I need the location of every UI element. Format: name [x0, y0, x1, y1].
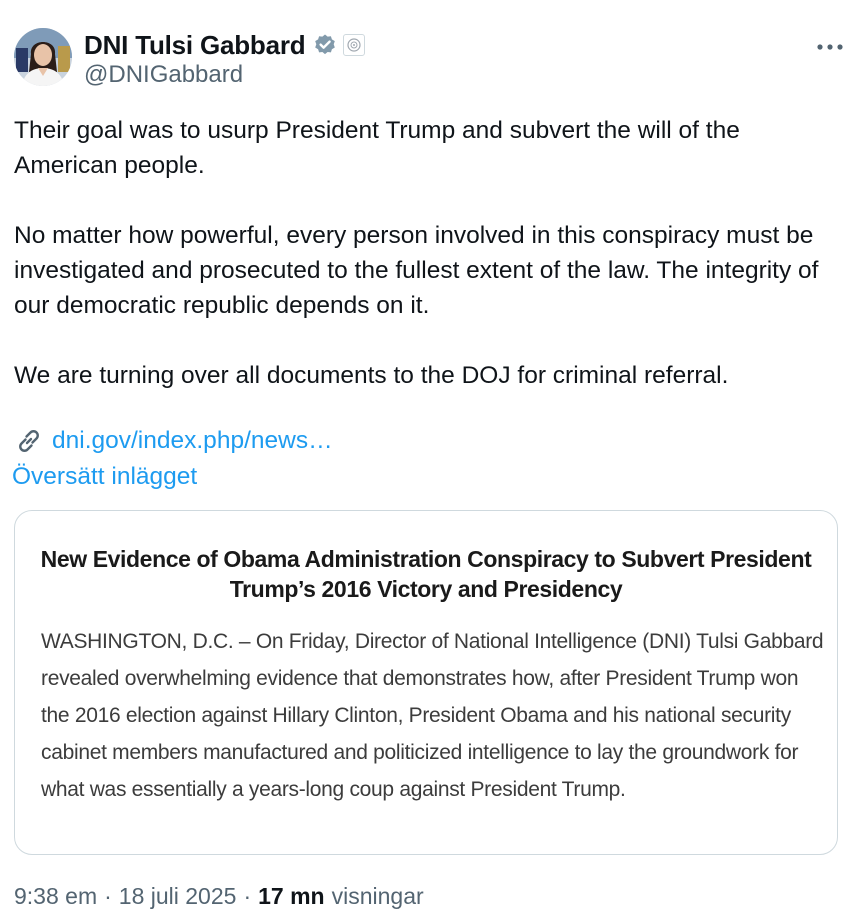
name-row: DNI Tulsi Gabbard: [84, 30, 366, 61]
more-options-button[interactable]: [812, 32, 848, 62]
card-body: WASHINGTON, D.C. – On Friday, Director o…: [41, 630, 824, 801]
link-preview-card[interactable]: New Evidence of Obama Administration Con…: [14, 510, 838, 855]
post-time[interactable]: 9:38 em: [14, 883, 97, 910]
government-seal-icon[interactable]: [343, 34, 366, 56]
more-icon: [817, 44, 843, 50]
card-title: New Evidence of Obama Administration Con…: [40, 546, 812, 602]
separator: ·: [243, 883, 252, 909]
tweet-metadata: 9:38 em · 18 juli 2025 · 17 mn visningar: [14, 883, 424, 910]
link-text[interactable]: dni.gov/index.php/news…: [52, 427, 333, 455]
views-label: visningar: [331, 883, 424, 909]
avatar[interactable]: [14, 28, 72, 86]
tweet-paragraph: We are turning over all documents to the…: [14, 362, 729, 389]
tweet-header: DNI Tulsi Gabbard @DNIGabbard: [14, 28, 848, 90]
separator: ·: [104, 883, 112, 909]
tweet-paragraph: Their goal was to usurp President Trump …: [14, 117, 740, 179]
tweet-link[interactable]: dni.gov/index.php/news…: [14, 426, 333, 456]
views-count: 17 mn: [258, 883, 325, 909]
tweet-text: Their goal was to usurp President Trump …: [14, 113, 848, 393]
verified-badge-icon[interactable]: [313, 33, 337, 57]
link-icon: [14, 426, 44, 456]
display-name[interactable]: DNI Tulsi Gabbard: [84, 30, 306, 61]
user-handle[interactable]: @DNIGabbard: [84, 61, 243, 89]
avatar-image: [14, 28, 72, 86]
tweet-paragraph: No matter how powerful, every person inv…: [14, 222, 819, 319]
post-date[interactable]: 18 juli 2025: [119, 883, 237, 910]
translate-post-link[interactable]: Översätt inlägget: [12, 463, 197, 491]
